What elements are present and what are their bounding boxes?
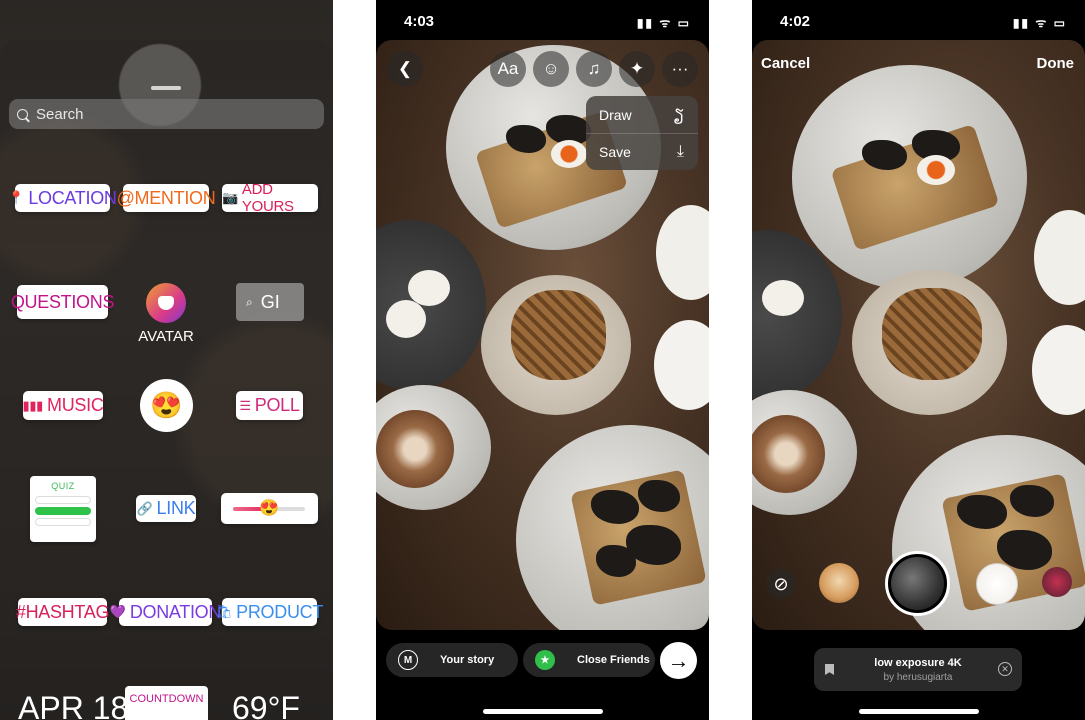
star-icon: ★ bbox=[535, 650, 555, 670]
music-note-icon: ♫ bbox=[587, 59, 601, 78]
effect-doodle[interactable] bbox=[976, 563, 1018, 605]
story-photo bbox=[752, 40, 1085, 630]
emoji-slider-face-sticker[interactable]: 😍 bbox=[140, 379, 193, 432]
quiz-option bbox=[35, 496, 91, 504]
date-sticker[interactable]: APR 18 bbox=[18, 690, 128, 720]
more-options-button[interactable]: ··· bbox=[662, 51, 698, 87]
search-placeholder: Search bbox=[36, 105, 84, 123]
quiz-sticker[interactable]: QUIZ bbox=[30, 476, 96, 542]
link-chain-icon: 🔗 bbox=[136, 500, 153, 516]
avatar-face-icon bbox=[158, 296, 174, 310]
text-tool-button[interactable]: Aa bbox=[490, 51, 526, 87]
quiz-option bbox=[35, 518, 91, 526]
search-icon: ⌕ bbox=[246, 294, 253, 309]
home-indicator bbox=[859, 709, 979, 714]
music-bars-icon: ▮▮▮ bbox=[22, 397, 44, 413]
status-time: 4:02 bbox=[780, 13, 811, 30]
effects-tool-button[interactable]: ✦ bbox=[619, 51, 655, 87]
chevron-left-icon: ❮ bbox=[397, 59, 413, 78]
music-artist: by herusugiarta bbox=[883, 672, 953, 683]
done-button[interactable]: Done bbox=[1037, 55, 1075, 72]
egg bbox=[408, 270, 450, 306]
countdown-sticker[interactable]: COUNTDOWN bbox=[125, 686, 208, 720]
heart-icon: 💜 bbox=[109, 604, 126, 619]
mention-sticker[interactable]: @MENTION bbox=[117, 184, 216, 212]
music-info-card[interactable]: low exposure 4K by herusugiarta ✕ bbox=[814, 648, 1022, 691]
text-aa-icon: Aa bbox=[497, 59, 519, 78]
slash-circle-icon: ⊘ bbox=[773, 573, 789, 594]
more-options-menu: Draw ຽ Save ⤓ bbox=[586, 96, 698, 170]
status-bar: 4:02 ▮▮ ᯤ ▭ bbox=[752, 0, 1085, 40]
sticker-search-bar[interactable]: Search bbox=[9, 99, 324, 129]
scribble-icon: ຽ bbox=[673, 106, 684, 124]
effect-selected[interactable] bbox=[885, 551, 950, 616]
music-tool-button[interactable]: ♫ bbox=[576, 51, 612, 87]
sticker-tool-button[interactable]: ☺ bbox=[533, 51, 569, 87]
quiz-option-correct bbox=[35, 507, 91, 515]
avatar-label: AVATAR bbox=[138, 328, 194, 345]
croissant bbox=[511, 290, 606, 380]
story-editor-screen: 4:03 ▮▮ ᯤ ▭ ❮ Aa ☺ ♫ ✦ ··· Draw ຽ Save ⤓… bbox=[376, 0, 709, 720]
effect-thumbnail bbox=[891, 557, 944, 610]
status-bar: 4:03 ▮▮ ᯤ ▭ bbox=[376, 0, 709, 40]
profile-avatar-icon: M bbox=[398, 650, 418, 670]
close-icon[interactable]: ✕ bbox=[998, 662, 1012, 676]
quiz-title: QUIZ bbox=[51, 481, 75, 491]
effect-more[interactable] bbox=[1042, 567, 1072, 597]
hashtag-sticker[interactable]: #HASHTAG bbox=[16, 598, 109, 626]
gif-sticker[interactable]: ⌕ GI bbox=[236, 283, 304, 321]
poll-lines-icon: ☰ bbox=[239, 397, 251, 413]
latte bbox=[376, 410, 454, 488]
donation-sticker[interactable]: 💜 DONATION bbox=[110, 598, 221, 626]
link-sticker[interactable]: 🔗 LINK bbox=[136, 495, 196, 522]
ellipsis-icon: ··· bbox=[671, 59, 689, 78]
search-icon bbox=[17, 108, 28, 120]
drag-handle[interactable] bbox=[151, 86, 181, 90]
croissant bbox=[882, 288, 982, 380]
status-icons: ▮▮ ᯤ ▭ bbox=[1012, 16, 1067, 30]
share-next-button[interactable]: → bbox=[660, 642, 697, 679]
download-icon: ⤓ bbox=[676, 142, 684, 160]
egg bbox=[386, 300, 426, 338]
effect-dog-face[interactable] bbox=[819, 563, 859, 603]
location-pin-icon: 📍 bbox=[8, 190, 25, 205]
shopping-bag-icon: 🛍 bbox=[215, 604, 233, 619]
status-icons: ▮▮ ᯤ ▭ bbox=[636, 16, 691, 30]
close-friends-button[interactable]: ★ Close Friends bbox=[523, 643, 655, 677]
heart-eyes-emoji-icon: 😍 bbox=[259, 500, 279, 517]
egg bbox=[762, 280, 804, 316]
emoji-slider-sticker[interactable]: 😍 bbox=[221, 493, 318, 524]
cancel-button[interactable]: Cancel bbox=[761, 55, 810, 72]
temperature-sticker[interactable]: 69°F bbox=[232, 690, 300, 720]
sparkles-icon: ✦ bbox=[629, 59, 645, 78]
sticker-face-icon: ☺ bbox=[542, 59, 560, 78]
no-effect-button[interactable]: ⊘ bbox=[766, 569, 796, 599]
back-button[interactable]: ❮ bbox=[387, 51, 423, 87]
egg bbox=[551, 140, 587, 168]
music-title: low exposure 4K bbox=[874, 657, 962, 669]
home-indicator bbox=[483, 709, 603, 714]
add-yours-sticker[interactable]: 📷 ADD YOURS bbox=[222, 181, 318, 215]
music-sticker[interactable]: ▮▮▮ MUSIC bbox=[22, 391, 104, 420]
your-story-button[interactable]: M Your story bbox=[386, 643, 518, 677]
sticker-tray-screen: Search 📍 LOCATION @MENTION 📷 ADD YOURS QUE… bbox=[0, 0, 333, 720]
cup bbox=[1034, 210, 1085, 305]
cup bbox=[656, 205, 709, 300]
avatar-sticker[interactable] bbox=[146, 283, 186, 323]
camera-icon: 📷 bbox=[222, 190, 238, 205]
menu-item-draw[interactable]: Draw ຽ bbox=[586, 96, 698, 133]
heart-eyes-emoji-icon: 😍 bbox=[150, 390, 183, 420]
egg bbox=[917, 155, 955, 185]
product-sticker[interactable]: 🛍 PRODUCT bbox=[216, 598, 323, 626]
milk-jug bbox=[1032, 325, 1085, 415]
location-sticker[interactable]: 📍 LOCATION bbox=[8, 184, 117, 212]
milk-jug bbox=[654, 320, 709, 410]
questions-sticker[interactable]: QUESTIONS bbox=[11, 285, 114, 319]
menu-item-save[interactable]: Save ⤓ bbox=[586, 133, 698, 170]
status-time: 4:03 bbox=[404, 13, 435, 30]
effects-picker-screen: 4:02 ▮▮ ᯤ ▭ Cancel Done ⊘ low exposure 4… bbox=[752, 0, 1085, 720]
poll-sticker[interactable]: ☰ POLL bbox=[236, 391, 303, 420]
arrow-right-icon: → bbox=[667, 647, 690, 673]
